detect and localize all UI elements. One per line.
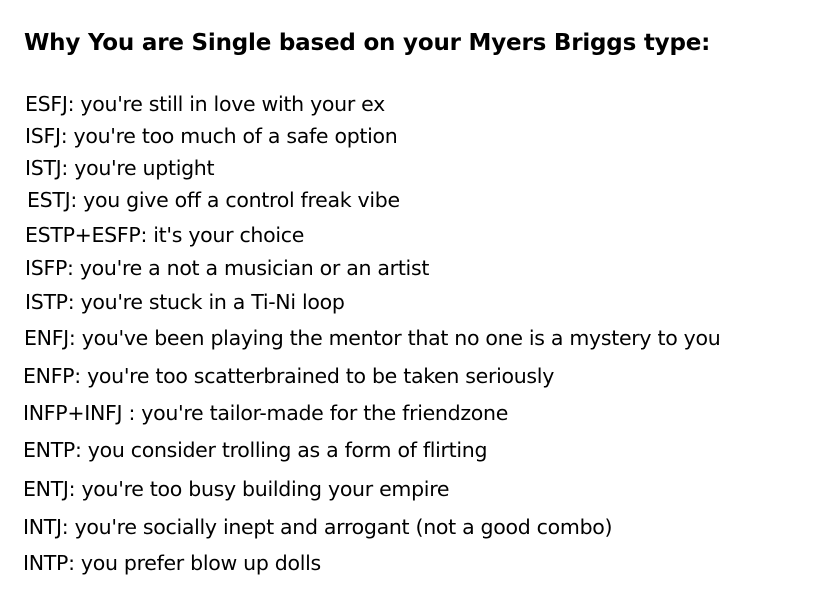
list-item-entp: ENTP: you consider trolling as a form of… (23, 438, 488, 462)
list-item-istp: ISTP: you're stuck in a Ti-Ni loop (25, 290, 345, 314)
list-item-enfj: ENFJ: you've been playing the mentor tha… (24, 326, 721, 350)
list-item-isfp: ISFP: you're a not a musician or an arti… (25, 256, 430, 280)
list-item-estj: ESTJ: you give off a control freak vibe (27, 188, 400, 212)
list-item-enfp: ENFP: you're too scatterbrained to be ta… (23, 364, 555, 388)
list-item-istj: ISTJ: you're uptight (25, 156, 215, 180)
list-item-isfj: ISFJ: you're too much of a safe option (25, 124, 398, 148)
list-item-esfj: ESFJ: you're still in love with your ex (25, 92, 385, 116)
list-item-infp-infj: INFP+INFJ : you're tailor-made for the f… (23, 401, 509, 425)
list-item-intp: INTP: you prefer blow up dolls (23, 551, 321, 575)
list-item-estp-esfp: ESTP+ESFP: it's your choice (25, 223, 305, 247)
list-item-intj: INTJ: you're socially inept and arrogant… (23, 515, 613, 539)
page-title: Why You are Single based on your Myers B… (24, 30, 711, 56)
list-item-entj: ENTJ: you're too busy building your empi… (23, 477, 450, 501)
